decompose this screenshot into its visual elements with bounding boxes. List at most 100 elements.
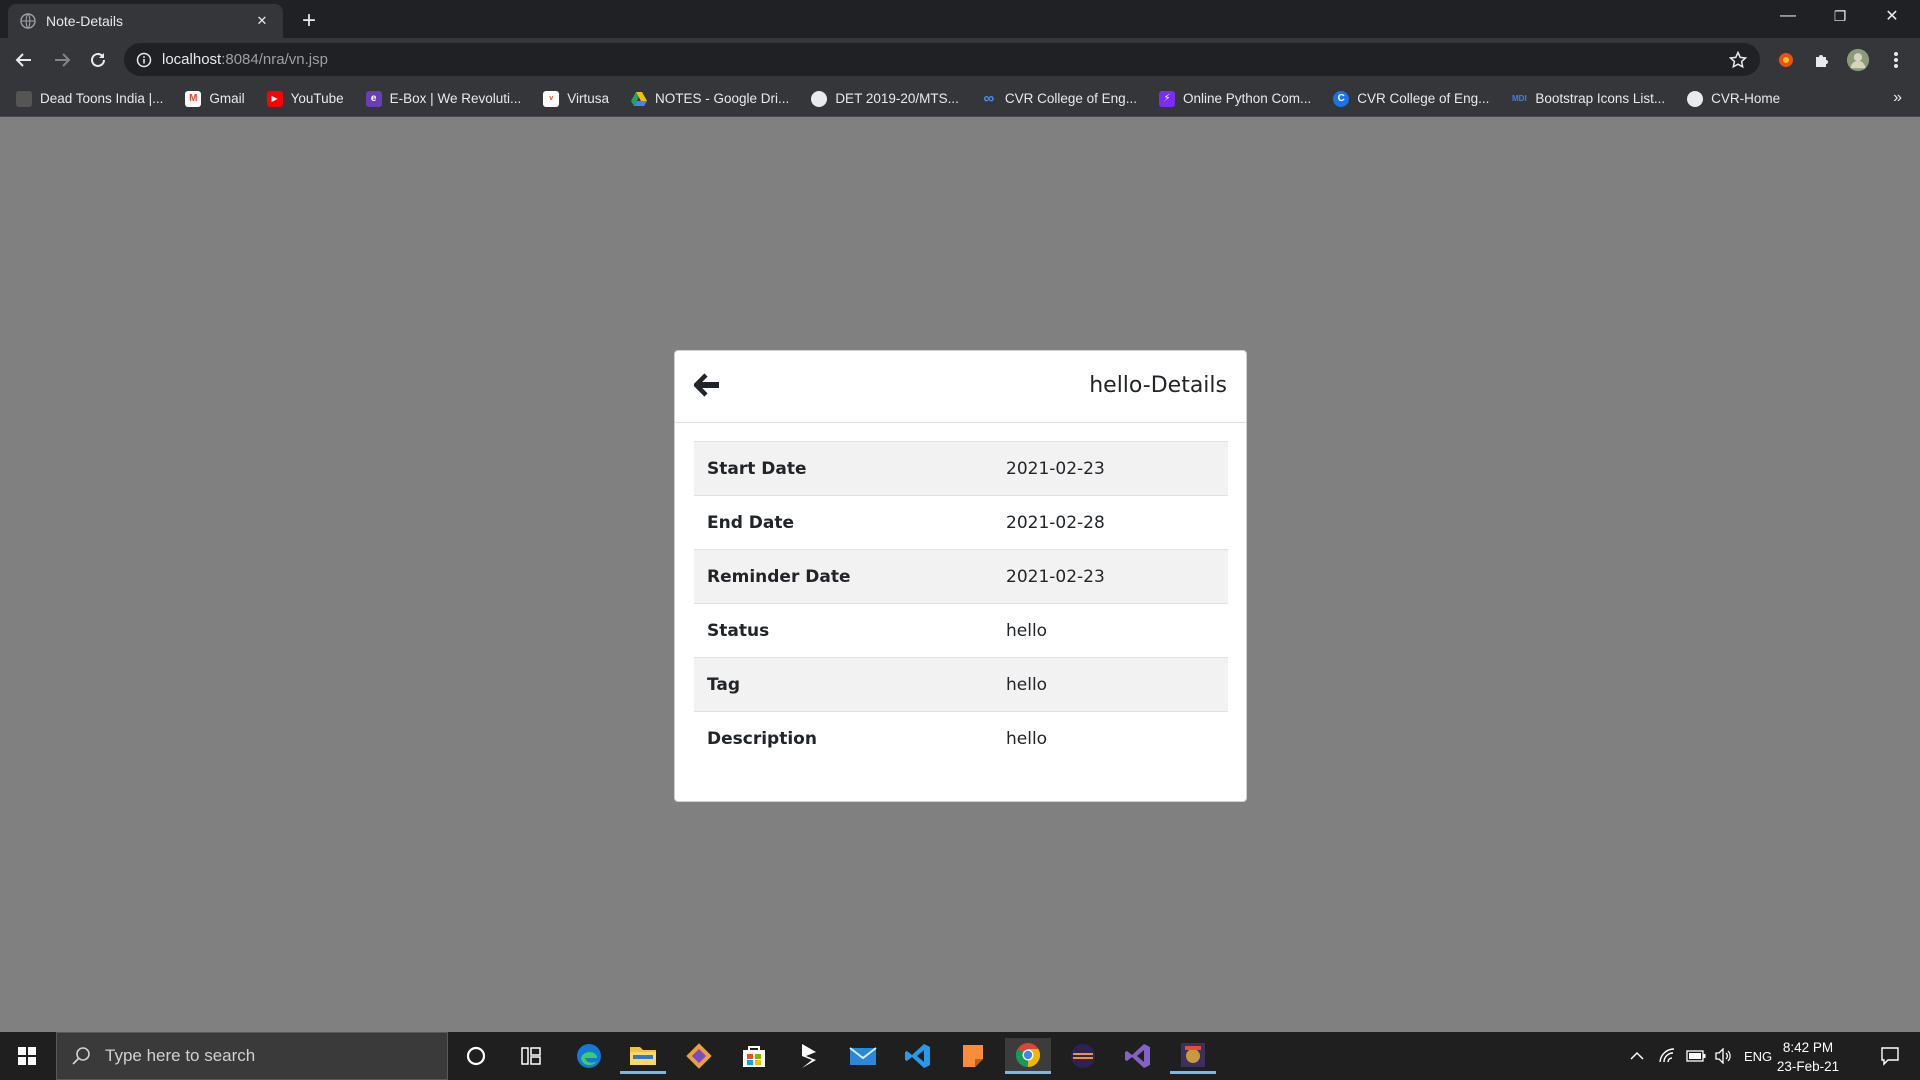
note-details-card: hello-Details Start Date 2021-02-23 End D… bbox=[674, 350, 1247, 802]
bookmark-star-icon[interactable] bbox=[1728, 50, 1748, 70]
deadtoons-icon bbox=[16, 90, 32, 107]
vscode-icon[interactable] bbox=[895, 1038, 941, 1074]
browser-menu-icon[interactable] bbox=[1884, 48, 1908, 72]
table-row: Description hello bbox=[694, 711, 1228, 766]
system-tray: ENG bbox=[1630, 1032, 1772, 1080]
gmail-icon: M bbox=[185, 90, 202, 107]
virtusa-icon: v bbox=[543, 90, 560, 107]
bookmarks-overflow-button[interactable]: » bbox=[1893, 89, 1902, 107]
mdi-icon: MDI bbox=[1512, 94, 1527, 103]
bookmark-item[interactable]: ⚡ Online Python Com... bbox=[1158, 90, 1311, 107]
browser-tabstrip: Note-Details ✕ + — ❐ ✕ bbox=[0, 0, 1920, 38]
back-arrow-icon[interactable] bbox=[693, 371, 721, 399]
profile-avatar[interactable] bbox=[1846, 48, 1870, 72]
taskbar-search-box[interactable]: Type here to search bbox=[56, 1032, 448, 1080]
replit-icon: ⚡ bbox=[1158, 90, 1175, 107]
window-close-button[interactable]: ✕ bbox=[1866, 0, 1918, 32]
browser-toolbar: localhost:8084/nra/vn.jsp bbox=[0, 38, 1920, 81]
bookmark-item[interactable]: ▶ YouTube bbox=[266, 90, 344, 107]
bookmark-item[interactable]: M Gmail bbox=[185, 90, 245, 107]
infinity-icon: ∞ bbox=[983, 90, 995, 107]
bookmark-item[interactable]: ∞ CVR College of Eng... bbox=[981, 90, 1137, 107]
card-title: hello-Details bbox=[1089, 373, 1227, 398]
git-icon[interactable] bbox=[676, 1038, 722, 1074]
taskbar-clock[interactable]: 8:42 PM 23-Feb-21 bbox=[1760, 1038, 1856, 1076]
new-tab-button[interactable]: + bbox=[296, 7, 322, 34]
row-value: hello bbox=[993, 711, 1228, 766]
bookmark-item[interactable]: Dead Toons India |... bbox=[16, 90, 163, 107]
windows-start-icon[interactable] bbox=[0, 1032, 54, 1080]
extension-icon[interactable] bbox=[1774, 48, 1798, 72]
edge-icon[interactable] bbox=[566, 1038, 612, 1074]
search-placeholder: Type here to search bbox=[105, 1046, 256, 1065]
bookmark-item[interactable]: C CVR College of Eng... bbox=[1333, 90, 1489, 107]
back-nav-icon[interactable] bbox=[10, 46, 38, 74]
row-label: Reminder Date bbox=[694, 549, 993, 604]
card-header: hello-Details bbox=[675, 351, 1246, 423]
clock-time: 8:42 PM bbox=[1782, 1040, 1834, 1055]
restore-button[interactable]: ❐ bbox=[1814, 0, 1866, 32]
wifi-icon[interactable] bbox=[1658, 1048, 1676, 1064]
bookmark-item[interactable]: MDI Bootstrap Icons List... bbox=[1511, 91, 1665, 107]
table-row: Status hello bbox=[694, 603, 1228, 658]
table-row: Reminder Date 2021-02-23 bbox=[694, 549, 1228, 604]
row-value: 2021-02-23 bbox=[993, 549, 1228, 604]
site-info-icon[interactable] bbox=[136, 52, 152, 68]
notification-center-icon[interactable] bbox=[1870, 1032, 1910, 1080]
row-label: Description bbox=[694, 711, 993, 766]
volume-icon[interactable] bbox=[1714, 1048, 1732, 1064]
details-table: Start Date 2021-02-23 End Date 2021-02-28 … bbox=[694, 441, 1228, 766]
bookmark-item[interactable]: NOTES - Google Dri... bbox=[631, 91, 789, 107]
url-host: localhost bbox=[162, 51, 222, 68]
tab-close-icon[interactable]: ✕ bbox=[253, 12, 271, 30]
sublime-icon[interactable] bbox=[786, 1038, 832, 1074]
row-value: 2021-02-28 bbox=[993, 495, 1228, 550]
google-drive-icon bbox=[631, 91, 648, 107]
forward-nav-icon[interactable] bbox=[48, 46, 76, 74]
file-explorer-icon[interactable] bbox=[620, 1038, 666, 1074]
windows-taskbar: Type here to search ENG 8:42 PM 23-Feb-2… bbox=[0, 1032, 1920, 1080]
task-view-icon[interactable] bbox=[508, 1038, 554, 1074]
address-bar[interactable]: localhost:8084/nra/vn.jsp bbox=[124, 43, 1760, 76]
row-label: End Date bbox=[694, 495, 993, 550]
row-label: Start Date bbox=[694, 441, 993, 496]
row-label: Tag bbox=[694, 657, 993, 712]
browser-tab[interactable]: Note-Details ✕ bbox=[8, 4, 283, 38]
sticky-notes-icon[interactable] bbox=[950, 1038, 996, 1074]
table-row: End Date 2021-02-28 bbox=[694, 495, 1228, 550]
bookmark-item[interactable]: e E-Box | We Revoluti... bbox=[365, 90, 521, 107]
bookmark-item[interactable]: CVR-Home bbox=[1687, 90, 1780, 107]
youtube-icon: ▶ bbox=[266, 90, 283, 107]
globe-icon bbox=[20, 13, 36, 29]
table-row: Start Date 2021-02-23 bbox=[694, 441, 1228, 496]
battery-icon[interactable] bbox=[1686, 1050, 1706, 1062]
bookmark-item[interactable]: v Virtusa bbox=[543, 90, 609, 107]
search-icon bbox=[71, 1046, 91, 1066]
table-row: Tag hello bbox=[694, 657, 1228, 712]
game-icon[interactable] bbox=[1170, 1038, 1216, 1074]
globe-icon bbox=[1687, 90, 1704, 107]
row-value: hello bbox=[993, 603, 1228, 658]
minimize-button[interactable]: — bbox=[1762, 0, 1814, 32]
chrome-icon[interactable] bbox=[1005, 1038, 1051, 1074]
url-path: :8084/nra/vn.jsp bbox=[221, 51, 328, 68]
bookmark-item[interactable]: DET 2019-20/MTS... bbox=[811, 90, 959, 107]
visual-studio-icon[interactable] bbox=[1115, 1038, 1161, 1074]
row-value: 2021-02-23 bbox=[993, 441, 1228, 496]
page-body: hello-Details Start Date 2021-02-23 End D… bbox=[0, 117, 1920, 1032]
mail-icon[interactable] bbox=[840, 1038, 886, 1074]
eclipse-icon[interactable] bbox=[1060, 1038, 1106, 1074]
globe-icon bbox=[811, 90, 828, 107]
tab-title: Note-Details bbox=[46, 13, 124, 29]
clock-date: 23-Feb-21 bbox=[1776, 1059, 1840, 1074]
extensions-puzzle-icon[interactable] bbox=[1810, 48, 1834, 72]
row-value: hello bbox=[993, 657, 1228, 712]
reload-icon[interactable] bbox=[84, 46, 112, 74]
store-icon[interactable] bbox=[731, 1038, 777, 1074]
cortana-icon[interactable] bbox=[453, 1038, 499, 1074]
ebox-icon: e bbox=[365, 90, 382, 107]
cvr-c-icon: C bbox=[1333, 90, 1350, 107]
row-label: Status bbox=[694, 603, 993, 658]
chevron-up-icon[interactable] bbox=[1630, 1051, 1644, 1061]
bookmarks-bar: Dead Toons India |... M Gmail ▶ YouTube eE… bbox=[0, 81, 1920, 117]
